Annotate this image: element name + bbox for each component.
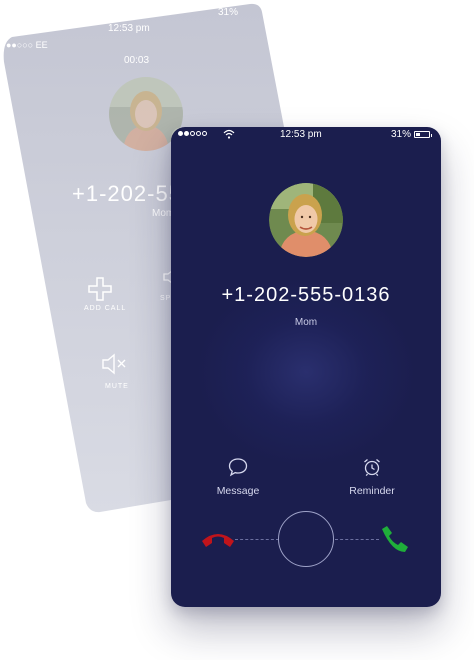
caller-name: Mom [294, 317, 318, 328]
mute-icon [102, 353, 126, 375]
back-status-time: 12:53 pm [108, 23, 150, 34]
back-carrier-label: ●●○○○ EE [6, 40, 48, 50]
status-bar: 12:53 pm 31% [171, 127, 441, 143]
status-time: 12:53 pm [280, 129, 322, 140]
answer-slider-handle[interactable] [278, 511, 334, 567]
back-speaker-label: SP [160, 295, 172, 302]
back-mute-label: MUTE [105, 383, 129, 390]
reminder-label: Reminder [349, 485, 395, 497]
decline-call-button[interactable] [200, 527, 236, 551]
slider-track-left [235, 539, 279, 540]
phone-icon [382, 526, 408, 552]
plus-icon [88, 277, 112, 301]
chat-bubble-icon [228, 458, 248, 477]
accept-call-button[interactable] [380, 524, 410, 554]
signal-strength-icon [178, 131, 207, 136]
incoming-call-screen: 12:53 pm 31% +1-202-555-0136 Mom Message [171, 127, 441, 607]
battery-icon [414, 131, 432, 138]
back-add-call-label: ADD CALL [84, 305, 127, 312]
slider-track-right [335, 539, 379, 540]
back-call-timer: 00:03 [124, 55, 150, 66]
caller-number: +1-202-555-0136 [221, 284, 391, 306]
message-button[interactable]: Message [203, 457, 273, 499]
alarm-clock-icon [364, 459, 380, 477]
back-status-battery: 31% [218, 7, 239, 18]
phone-hangup-icon [202, 534, 234, 547]
wifi-icon [223, 129, 235, 139]
caller-avatar [269, 183, 343, 257]
reminder-button[interactable]: Reminder [337, 457, 407, 499]
battery-percentage: 31% [391, 129, 412, 140]
message-label: Message [216, 485, 260, 497]
